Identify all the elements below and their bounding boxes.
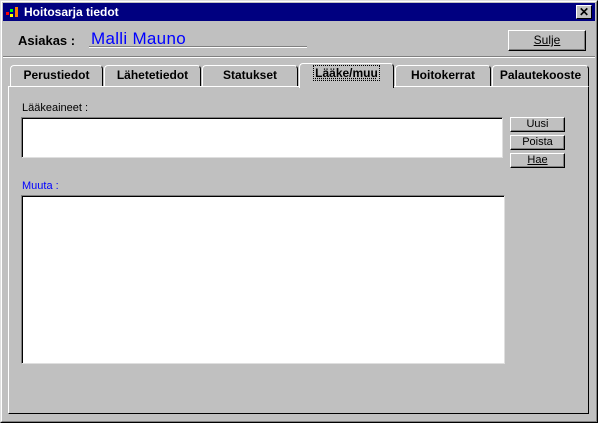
tab-label: Palautekooste	[499, 68, 582, 82]
uusi-label: Uusi	[526, 118, 549, 130]
sulje-label: Sulje	[533, 33, 561, 47]
tab-lahetetiedot[interactable]: Lähetetiedot	[104, 65, 201, 86]
laakeaineet-label: Lääkeaineet :	[22, 102, 89, 114]
app-icon	[6, 7, 18, 17]
hae-label: Hae	[527, 154, 548, 166]
close-icon: ✕	[578, 5, 590, 19]
sulje-button[interactable]: Sulje	[508, 30, 586, 51]
poista-label: Poista	[522, 136, 553, 148]
close-button[interactable]: ✕	[576, 5, 592, 19]
title-bar[interactable]: Hoitosarja tiedot ✕	[3, 3, 595, 21]
muuta-textarea[interactable]	[21, 195, 505, 364]
window-title: Hoitosarja tiedot	[24, 5, 119, 19]
asiakas-label: Asiakas :	[18, 33, 76, 48]
uusi-button[interactable]: Uusi	[510, 117, 565, 132]
tab-label: Hoitokerrat	[410, 68, 475, 82]
tab-laake-muu[interactable]: Lääke/muu	[299, 63, 394, 88]
tab-perustiedot[interactable]: Perustiedot	[10, 65, 103, 86]
tab-palautekooste[interactable]: Palautekooste	[492, 65, 589, 86]
tab-statukset[interactable]: Statukset	[202, 65, 298, 86]
app-window: Hoitosarja tiedot ✕ Asiakas : Malli Maun…	[0, 0, 598, 423]
asiakas-underline	[89, 46, 307, 48]
tab-panel: Lääkeaineet : Uusi Poista Hae Muuta :	[8, 86, 589, 414]
header-separator	[3, 56, 595, 58]
tab-label: Statukset	[222, 68, 278, 82]
tab-label: Perustiedot	[23, 68, 90, 82]
laakeaineet-list[interactable]	[21, 117, 503, 158]
tab-label: Lääke/muu	[313, 65, 380, 81]
hae-button[interactable]: Hae	[510, 153, 565, 168]
tab-hoitokerrat[interactable]: Hoitokerrat	[395, 65, 491, 86]
poista-button[interactable]: Poista	[510, 135, 565, 150]
tab-label: Lähetetiedot	[116, 68, 189, 82]
muuta-label: Muuta :	[22, 180, 59, 192]
